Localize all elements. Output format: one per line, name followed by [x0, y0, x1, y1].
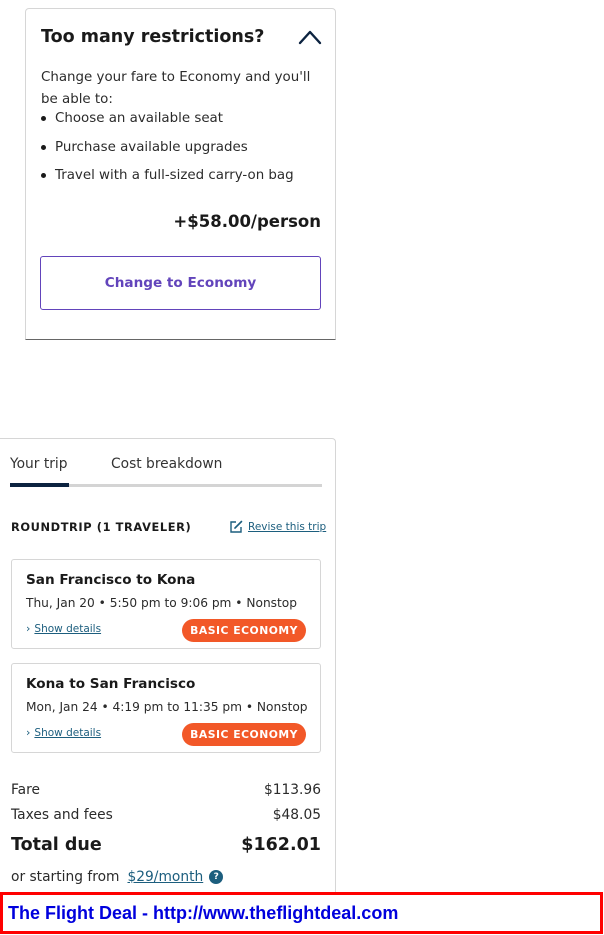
- restrictions-card: Too many restrictions? Change your fare …: [25, 8, 336, 340]
- tab-active-indicator: [10, 483, 69, 487]
- total-amount: $162.01: [241, 835, 321, 855]
- benefit-item: Purchase available upgrades: [41, 138, 294, 167]
- taxes-label: Taxes and fees: [11, 807, 113, 823]
- show-details-label: Show details: [34, 726, 102, 739]
- bullet-icon: [41, 144, 46, 150]
- segment-times: Thu, Jan 20 • 5:50 pm to 9:06 pm • Nonst…: [26, 596, 297, 610]
- watermark-banner: The Flight Deal - http://www.theflightde…: [0, 892, 603, 934]
- financing-line: or starting from $29/month ?: [11, 869, 224, 885]
- chevron-right-icon: ›: [26, 622, 31, 635]
- flight-segment: Kona to San Francisco Mon, Jan 24 • 4:19…: [11, 663, 321, 753]
- bullet-icon: [41, 116, 46, 121]
- roundtrip-label: ROUNDTRIP (1 TRAVELER): [11, 520, 192, 534]
- show-details-link[interactable]: › Show details: [26, 622, 101, 635]
- tab-cost-breakdown[interactable]: Cost breakdown: [111, 456, 222, 472]
- benefit-item: Travel with a full-sized carry-on bag: [41, 166, 294, 195]
- chevron-up-icon[interactable]: [298, 29, 322, 45]
- restrictions-intro: Change your fare to Economy and you'll b…: [41, 70, 311, 107]
- watermark-text: The Flight Deal - http://www.theflightde…: [8, 902, 399, 923]
- change-to-economy-button[interactable]: Change to Economy: [40, 256, 321, 310]
- monthly-payment-link[interactable]: $29/month: [127, 869, 203, 885]
- trip-summary-card: Your trip Cost breakdown ROUNDTRIP (1 TR…: [0, 438, 336, 898]
- segment-route: Kona to San Francisco: [26, 676, 196, 692]
- restrictions-title: Too many restrictions?: [41, 27, 265, 47]
- total-label: Total due: [11, 835, 102, 855]
- taxes-amount: $48.05: [272, 807, 321, 823]
- tab-your-trip[interactable]: Your trip: [10, 456, 68, 472]
- financing-prefix: or starting from: [11, 869, 120, 885]
- question-icon[interactable]: ?: [209, 870, 224, 884]
- revise-trip-label: Revise this trip: [248, 521, 327, 533]
- show-details-label: Show details: [34, 622, 102, 635]
- benefit-item: Choose an available seat: [41, 109, 294, 138]
- benefit-text: Choose an available seat: [55, 111, 224, 126]
- fare-class-badge: BASIC ECONOMY: [182, 723, 306, 746]
- edit-icon: [230, 520, 243, 533]
- bullet-icon: [41, 173, 46, 178]
- benefit-text: Travel with a full-sized carry-on bag: [55, 168, 294, 183]
- show-details-link[interactable]: › Show details: [26, 726, 101, 739]
- benefit-text: Purchase available upgrades: [55, 139, 248, 155]
- fare-amount: $113.96: [263, 782, 321, 798]
- upgrade-price: +$58.00/person: [173, 212, 321, 231]
- fare-label: Fare: [11, 782, 40, 798]
- chevron-right-icon: ›: [26, 726, 31, 739]
- segment-route: San Francisco to Kona: [26, 572, 196, 588]
- revise-trip-link[interactable]: Revise this trip: [229, 520, 326, 534]
- fare-class-badge: BASIC ECONOMY: [182, 619, 306, 642]
- segment-times: Mon, Jan 24 • 4:19 pm to 11:35 pm • Nons…: [26, 700, 308, 714]
- flight-segment: San Francisco to Kona Thu, Jan 20 • 5:50…: [11, 559, 321, 649]
- benefit-list: Choose an available seat Purchase availa…: [41, 109, 294, 195]
